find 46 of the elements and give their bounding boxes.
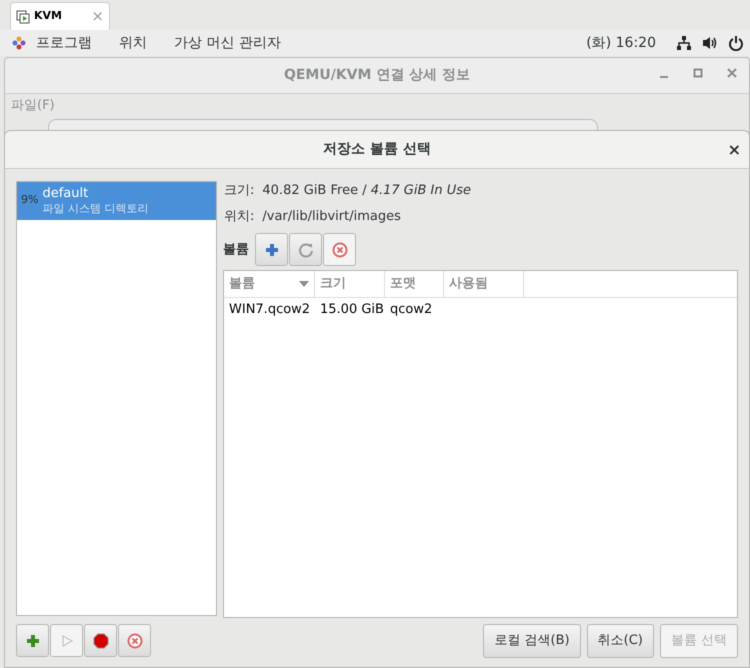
add-volume-button[interactable] (255, 233, 288, 266)
size-value: 40.82 GiB Free / 4.17 GiB In Use (262, 182, 472, 200)
panel-menu[interactable]: 위치 (119, 32, 147, 54)
browser-tab[interactable]: KVM × (10, 2, 110, 30)
play-icon (60, 634, 72, 646)
stop-pool-button[interactable] (84, 624, 117, 657)
panel-menu[interactable]: 가상 머신 관리자 (174, 32, 281, 54)
field-label: 크기: (224, 182, 254, 200)
delete-pool-button[interactable] (118, 624, 151, 657)
delete-icon (126, 632, 142, 648)
refresh-button[interactable] (289, 233, 322, 266)
volume-icon[interactable] (702, 35, 718, 51)
close-icon[interactable]: × (728, 138, 741, 162)
panel-menu[interactable]: 프로그램 (36, 32, 92, 54)
dialog-button[interactable]: 취소(C) (586, 624, 654, 658)
header-label: 사용됨 (449, 275, 488, 294)
section-label: 볼륨 (223, 240, 249, 259)
table-cell-text: WIN7.qcow2 (228, 301, 312, 320)
table-cell-text: 15.00 GiB (319, 301, 385, 320)
header-label: 볼륨 (229, 275, 255, 294)
tab-title: KVM (34, 8, 62, 24)
dialog-button[interactable]: 로컬 검색(B) (483, 624, 581, 658)
pool-name: default (42, 186, 90, 202)
pool-usage: 9% (21, 192, 38, 208)
network-icon[interactable] (676, 35, 692, 51)
header-label: 크기 (320, 275, 346, 294)
delete-volume-button[interactable] (323, 233, 356, 266)
window-title: QEMU/KVM 연결 상세 정보 (284, 66, 470, 85)
refresh-icon (298, 242, 314, 258)
plus-icon (26, 634, 40, 648)
dialog-title: 저장소 볼륨 선택 (323, 140, 431, 159)
stop-icon (92, 632, 108, 648)
maximize-icon[interactable] (691, 66, 705, 80)
plus-icon (264, 242, 278, 256)
delete-icon (332, 242, 348, 258)
clock[interactable]: (화) 16:20 (586, 32, 656, 54)
field-label: 위치: (224, 208, 254, 226)
close-icon[interactable] (725, 66, 739, 80)
location-value: /var/lib/libvirt/images (262, 208, 401, 226)
add-pool-button[interactable] (16, 624, 49, 657)
power-icon[interactable] (728, 35, 744, 51)
pool-type: 파일 시스템 디렉토리 (42, 202, 148, 216)
window-icon (16, 10, 30, 24)
header-label: 포맷 (390, 275, 416, 294)
flower-icon[interactable] (12, 36, 26, 50)
table-cell-text: qcow2 (389, 301, 434, 320)
